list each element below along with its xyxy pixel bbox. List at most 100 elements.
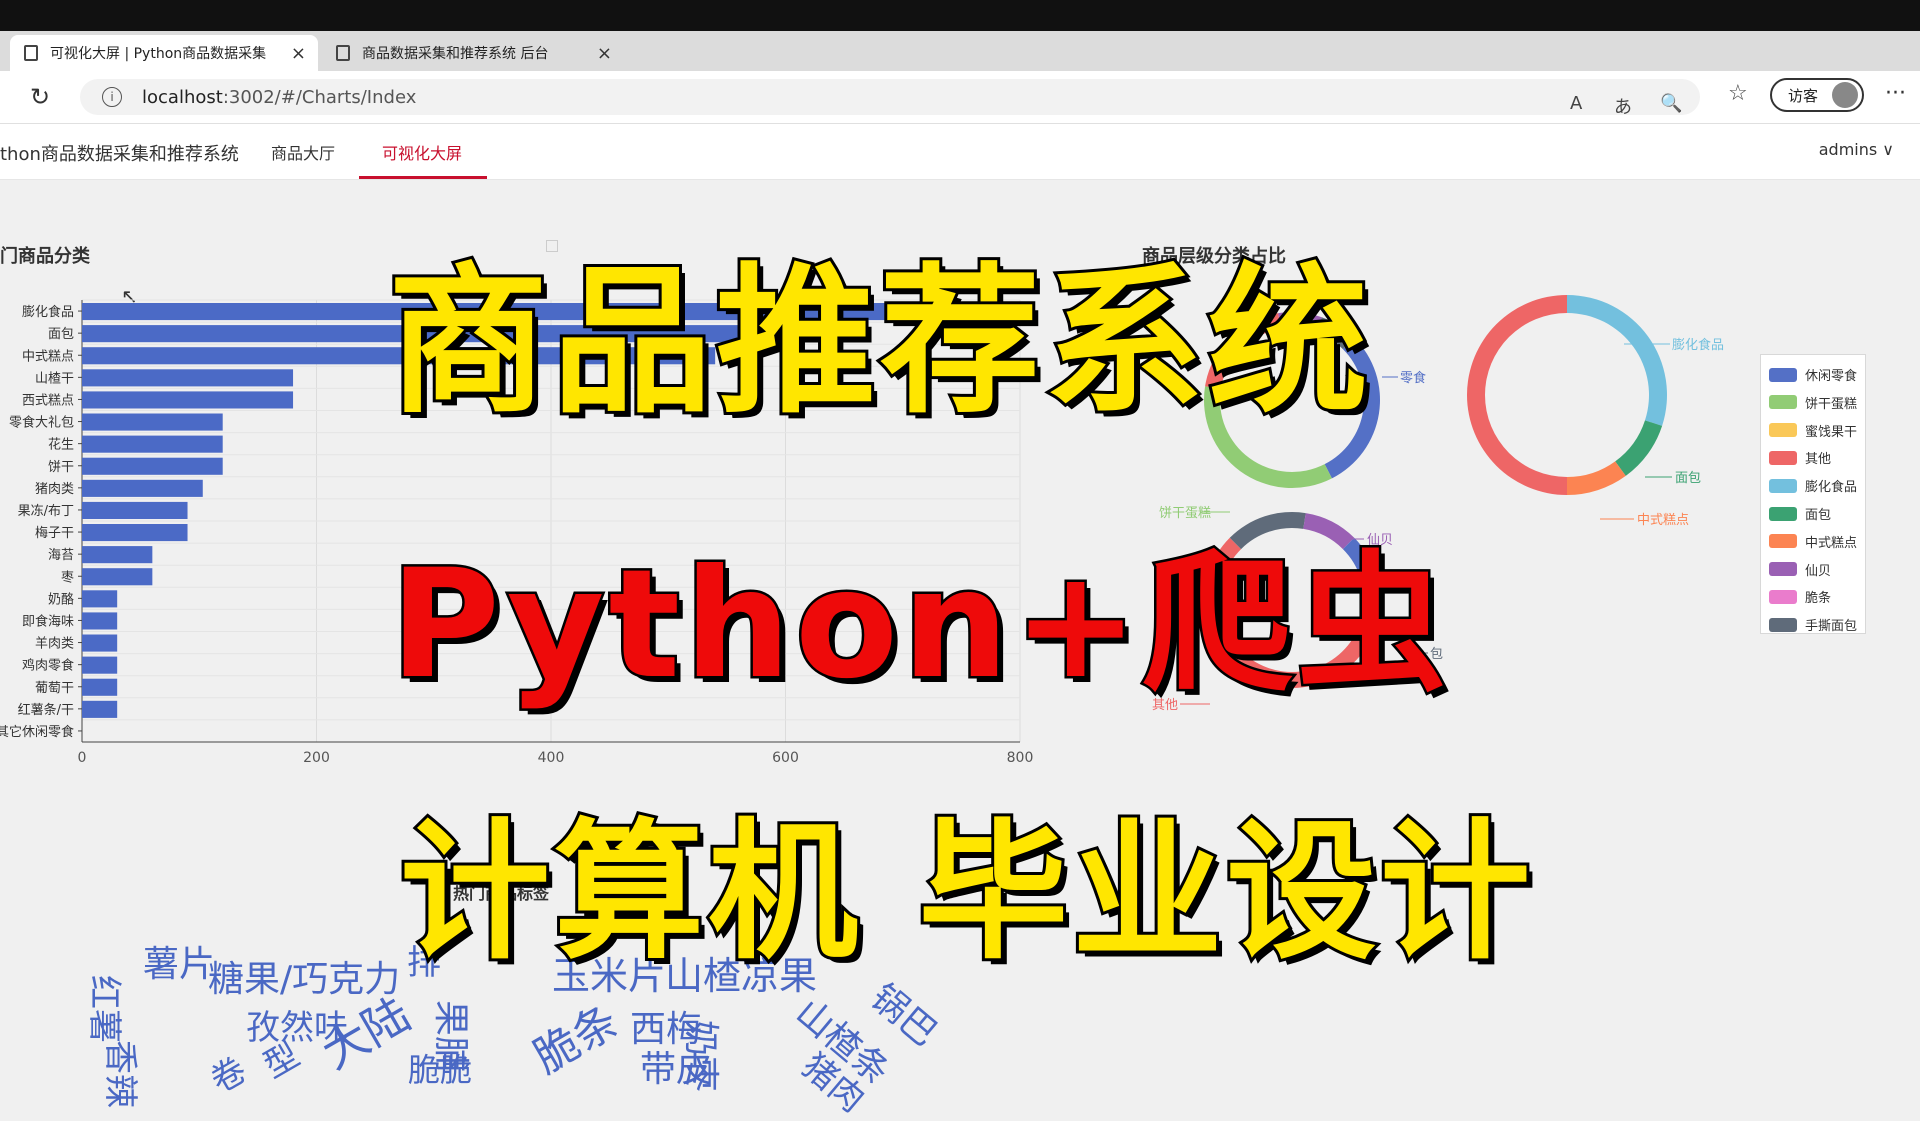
bar (82, 612, 118, 630)
legend-item[interactable]: 面包 (1769, 504, 1831, 523)
legend-item[interactable]: 中式糕点 (1769, 532, 1857, 551)
legend-item[interactable]: 其他 (1769, 448, 1831, 467)
y-category-label: 红薯条/干 (18, 702, 74, 718)
donut-slice (1615, 420, 1663, 476)
translate-icon[interactable]: あ (1614, 93, 1632, 119)
donut-legend: 休闲零食饼干蛋糕蜜饯果干其他膨化食品面包中式糕点仙贝脆条手撕面包 (1760, 354, 1866, 634)
browser-tab[interactable]: 商品数据采集和推荐系统 后台 × (322, 35, 624, 71)
x-tick-label: 0 (78, 750, 87, 766)
legend-label: 脆条 (1805, 591, 1832, 607)
y-category-label: 面包 (48, 327, 74, 342)
legend-swatch (1769, 506, 1797, 521)
y-category-label: 羊肉类 (35, 636, 74, 652)
x-tick-label: 600 (772, 750, 799, 766)
legend-item[interactable]: 蜜饯果干 (1769, 421, 1857, 440)
wordcloud-word: 卷 (204, 1049, 254, 1102)
bar (82, 479, 203, 497)
more-menu-icon[interactable]: ··· (1885, 81, 1906, 106)
wordcloud-word: 红薯 (84, 975, 124, 1043)
bar-chart-title: 门商品分类 (0, 246, 90, 267)
y-category-label: 零食大礼包 (9, 415, 74, 431)
legend-item[interactable]: 仙贝 (1769, 560, 1831, 579)
user-menu[interactable]: admins ∨ (1819, 140, 1894, 159)
legend-label: 饼干蛋糕 (1805, 396, 1858, 412)
y-category-label: 猪肉类 (35, 482, 74, 497)
callout-label: 膨化食品 (1672, 337, 1724, 353)
url-field[interactable]: i localhost:3002/#/Charts/Index A あ 🔍 (80, 79, 1700, 118)
x-tick-label: 400 (538, 750, 565, 766)
url-text[interactable]: localhost:3002/#/Charts/Index (142, 87, 416, 108)
bar (82, 590, 118, 608)
bar (82, 700, 118, 718)
donut-slice (1567, 295, 1667, 426)
bar (82, 391, 294, 409)
y-category-label: 西式糕点 (22, 393, 74, 408)
close-tab-icon[interactable]: × (291, 43, 306, 64)
legend-item[interactable]: 手撕面包 (1769, 615, 1857, 634)
bar (82, 568, 153, 586)
callout-label: 饼干蛋糕 (1159, 506, 1211, 521)
y-category-label: 其它休闲零食 (0, 724, 74, 740)
bar (82, 656, 118, 674)
donut-slice (1567, 461, 1626, 495)
avatar (1832, 82, 1858, 108)
legend-label: 其他 (1805, 452, 1832, 468)
address-bar: ↻ i localhost:3002/#/Charts/Index A あ 🔍 … (0, 71, 1920, 124)
document-icon (336, 45, 350, 61)
callout-label: 中式糕点 (1637, 513, 1689, 528)
y-category-label: 鸡肉零食 (22, 658, 74, 674)
y-category-label: 花生 (48, 437, 74, 453)
legend-swatch (1769, 367, 1797, 382)
app-navbar: thon商品数据采集和推荐系统 商品大厅 可视化大屏 admins ∨ (0, 124, 1920, 180)
legend-label: 手撕面包 (1805, 619, 1858, 635)
wordcloud-word: 奶枣 (680, 1020, 721, 1093)
callout-label: 面包 (1675, 471, 1701, 486)
y-category-label: 中式糕点 (22, 349, 74, 364)
wordcloud-word: 香辣 (100, 1040, 140, 1108)
legend-label: 中式糕点 (1805, 535, 1858, 551)
bar (82, 634, 118, 652)
nav-item-dashboard[interactable]: 可视化大屏 (382, 140, 462, 164)
bar (82, 457, 223, 475)
profile-label: 访客 (1788, 86, 1819, 105)
tab-title: 可视化大屏 | Python商品数据采集 (50, 46, 267, 62)
x-tick-label: 200 (303, 750, 330, 766)
zoom-icon[interactable]: 🔍 (1660, 93, 1682, 114)
y-category-label: 即食海味 (22, 613, 74, 629)
y-category-label: 葡萄干 (35, 681, 74, 696)
legend-item[interactable]: 饼干蛋糕 (1769, 393, 1857, 412)
browser-tab-strip: 可视化大屏 | Python商品数据采集 × 商品数据采集和推荐系统 后台 × … (0, 31, 1920, 95)
document-icon (24, 45, 38, 61)
bar (82, 501, 188, 519)
y-category-label: 膨化食品 (22, 304, 74, 320)
bar (82, 369, 294, 387)
legend-swatch (1769, 478, 1797, 493)
close-tab-icon[interactable]: × (597, 43, 612, 64)
app-brand[interactable]: thon商品数据采集和推荐系统 (0, 140, 239, 166)
wordcloud-word: 薯片 (143, 944, 216, 985)
wordcloud-word: 果脯 (430, 1000, 471, 1073)
x-tick-label: 800 (1007, 750, 1034, 766)
legend-label: 蜜饯果干 (1805, 424, 1858, 440)
y-category-label: 海苔 (48, 548, 74, 563)
y-category-label: 梅子干 (35, 526, 74, 541)
wordcloud-word: 脆条 (525, 995, 628, 1084)
legend-swatch (1769, 589, 1797, 604)
nav-active-underline (359, 176, 487, 179)
y-category-label: 饼干 (48, 460, 74, 475)
bar (82, 524, 188, 542)
browser-tab-active[interactable]: 可视化大屏 | Python商品数据采集 × (10, 35, 318, 71)
profile-button[interactable]: 访客 (1770, 78, 1864, 112)
legend-label: 膨化食品 (1805, 480, 1858, 496)
nav-item-goods-hall[interactable]: 商品大厅 (271, 140, 335, 164)
reload-icon[interactable]: ↻ (30, 83, 50, 111)
site-info-icon[interactable]: i (102, 87, 122, 107)
legend-label: 仙贝 (1805, 563, 1832, 579)
legend-label: 面包 (1805, 508, 1832, 523)
favorites-icon[interactable]: ☆ (1728, 81, 1748, 106)
legend-swatch (1769, 617, 1797, 632)
legend-item[interactable]: 休闲零食 (1769, 365, 1857, 384)
read-aloud-icon[interactable]: A (1570, 93, 1582, 114)
legend-item[interactable]: 脆条 (1769, 587, 1831, 606)
legend-item[interactable]: 膨化食品 (1769, 476, 1857, 495)
